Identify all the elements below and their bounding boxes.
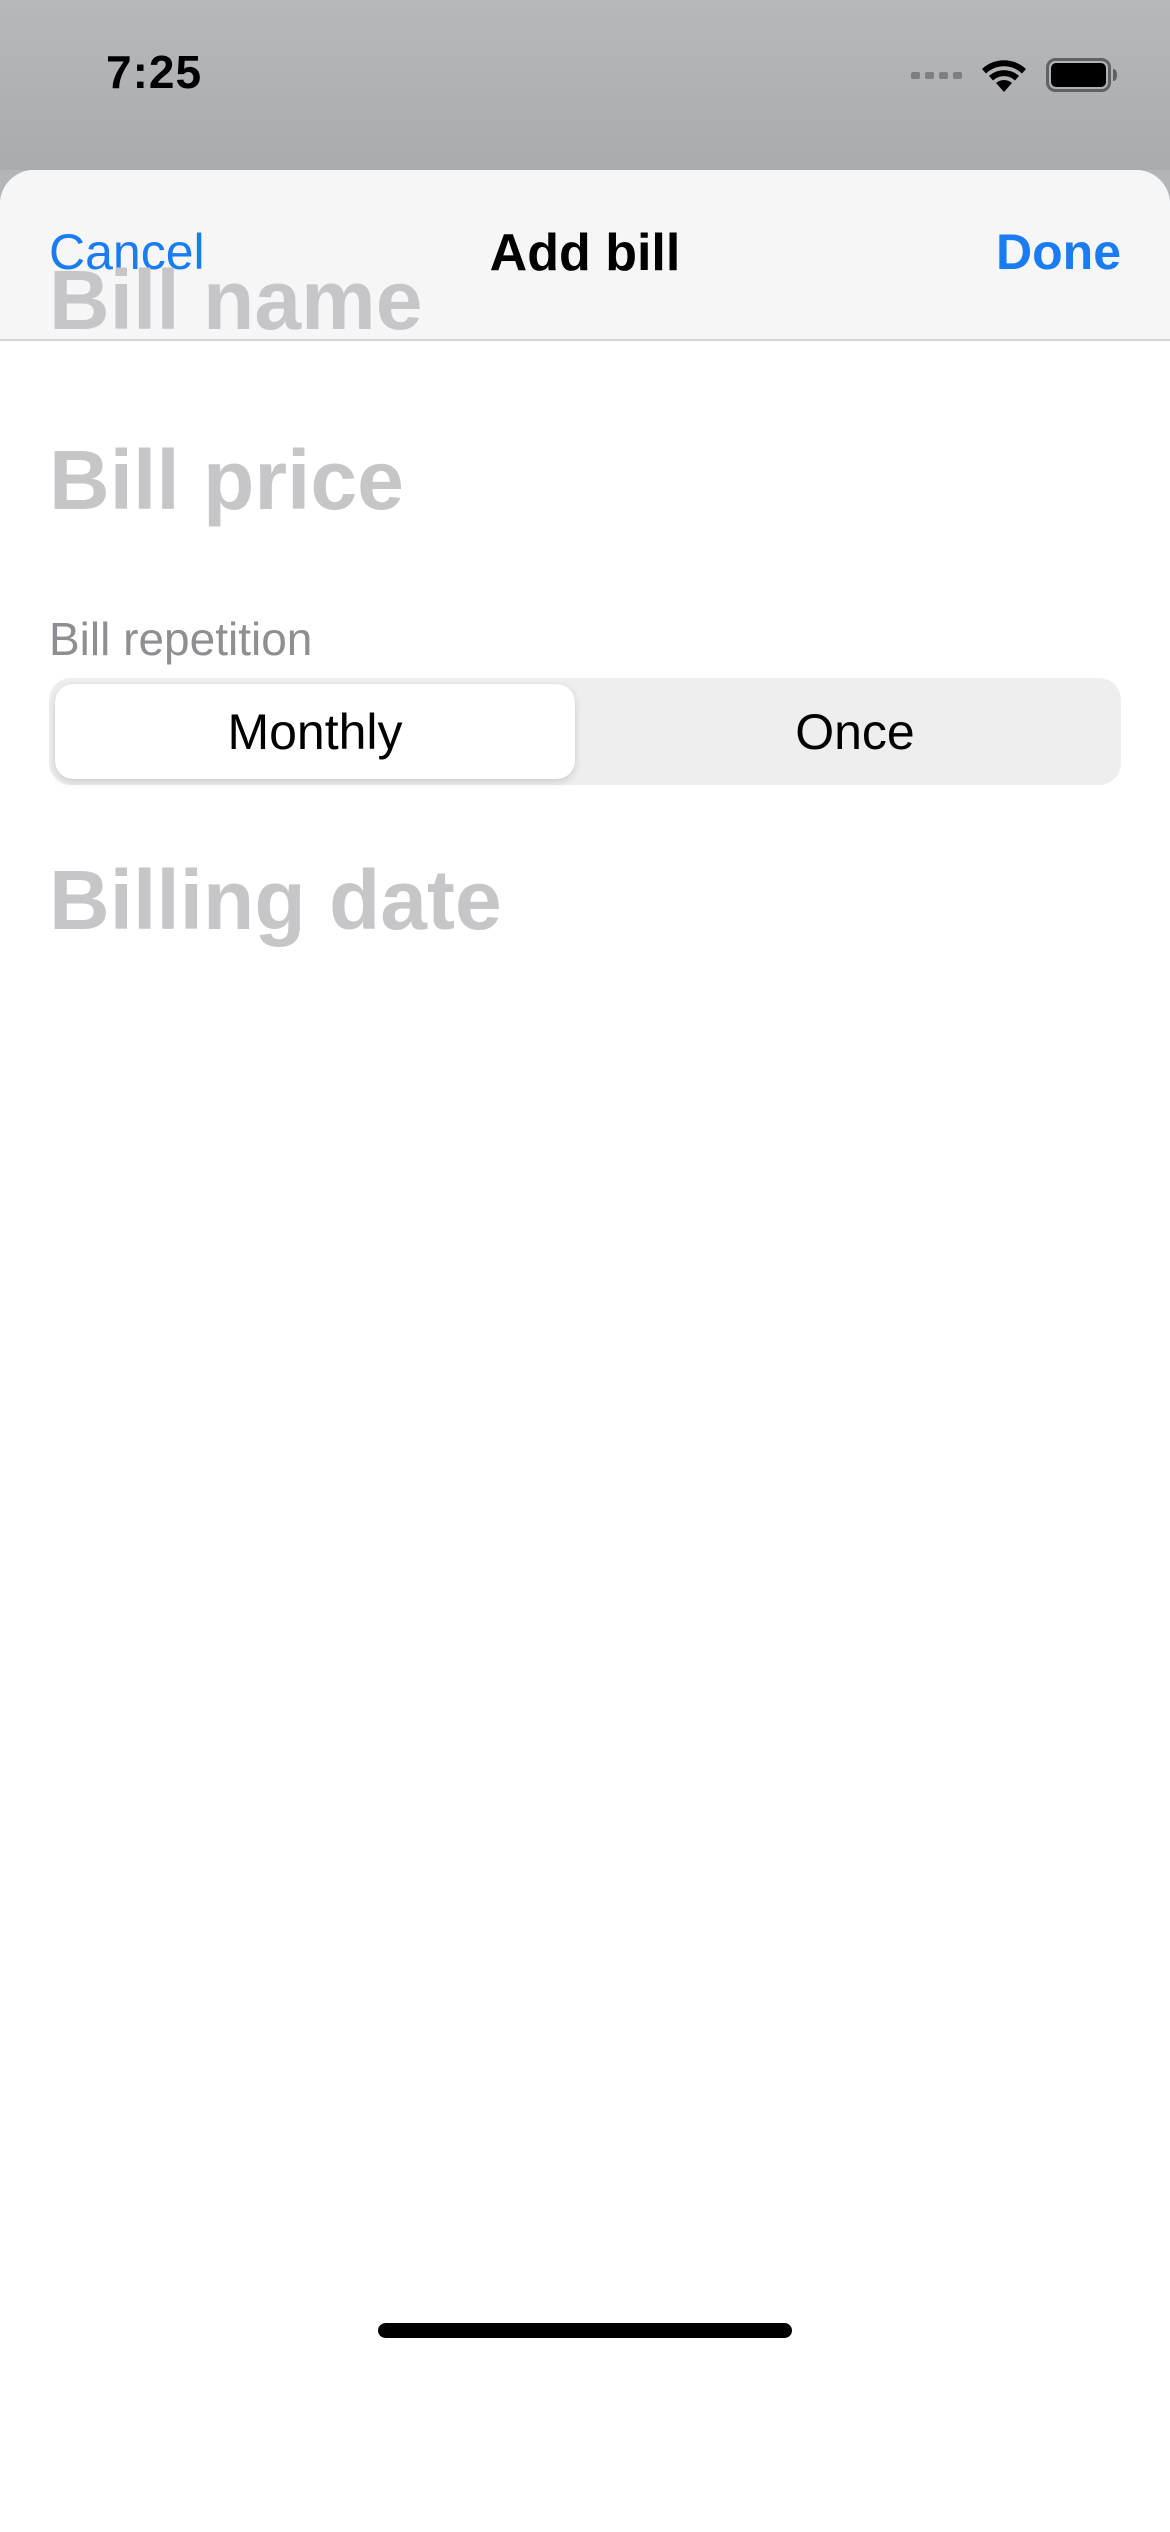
bill-price-input[interactable] — [49, 430, 1119, 530]
bill-repetition-segmented-control: Monthly Once — [49, 678, 1121, 785]
bill-name-input[interactable] — [49, 250, 1119, 350]
cellular-signal-icon — [911, 71, 962, 79]
segment-once[interactable]: Once — [595, 684, 1115, 779]
bill-repetition-label: Bill repetition — [49, 613, 313, 665]
status-icons — [911, 50, 1118, 100]
wifi-icon — [982, 60, 1026, 92]
status-bar: 7:25 — [0, 0, 1170, 170]
segment-monthly[interactable]: Monthly — [55, 684, 575, 779]
battery-icon — [1046, 58, 1117, 92]
status-time: 7:25 — [106, 46, 203, 98]
home-indicator[interactable] — [378, 2323, 792, 2338]
billing-date-input[interactable] — [49, 850, 1119, 950]
